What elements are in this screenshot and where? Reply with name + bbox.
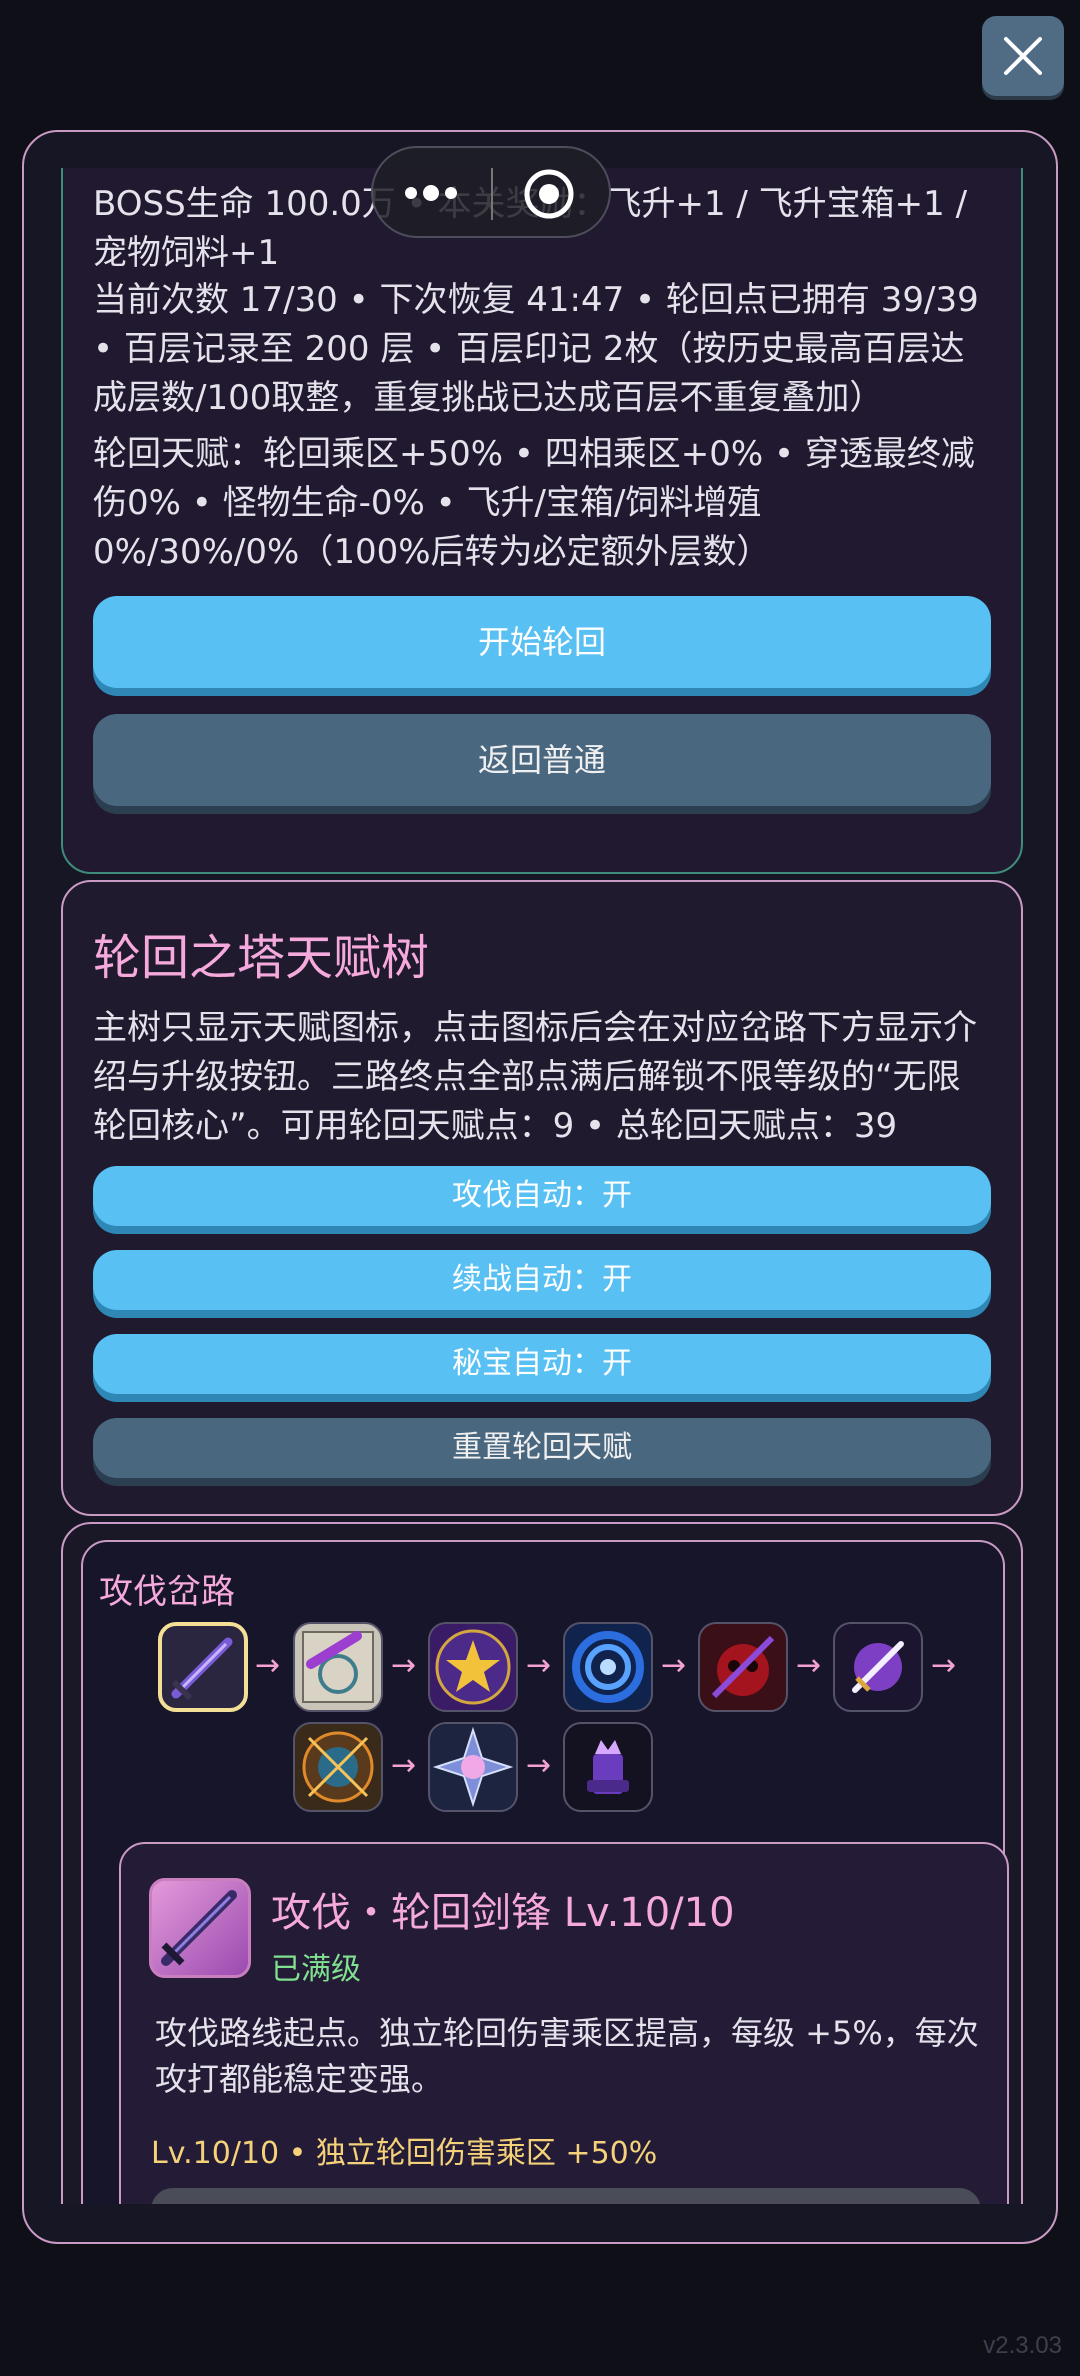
talent-node-4[interactable]: [563, 1622, 653, 1712]
talent-node-2[interactable]: [293, 1622, 383, 1712]
purple-sword-icon: [161, 1890, 237, 1966]
node-arrow: →: [255, 1648, 281, 1683]
rune-scroll-icon: [302, 1631, 374, 1703]
node-arrow: →: [526, 1748, 552, 1783]
version-label: v2.3.03: [983, 2332, 1062, 2359]
upgrade-button-maxed[interactable]: 已满级: [151, 2188, 981, 2204]
talent-node-1[interactable]: [158, 1622, 248, 1712]
glowing-dagger-icon: [852, 1641, 904, 1693]
talent-status: 已满级: [271, 1952, 361, 1987]
more-dots-icon[interactable]: [401, 178, 471, 208]
start-cycle-button[interactable]: 开始轮回: [93, 596, 991, 688]
magic-circle-icon: [302, 1731, 374, 1803]
talent-detail-card: 攻伐・轮回剑锋 Lv.10/10 已满级 攻伐路线起点。独立轮回伤害乘区提高，每…: [119, 1842, 1009, 2204]
talent-node-7[interactable]: [293, 1722, 383, 1812]
talent-level-effect: Lv.10/10 • 独立轮回伤害乘区 +50%: [151, 2136, 658, 2171]
tower-info-panel: BOSS生命 100.0万 • 本关奖励：飞升+1 / 飞升宝箱+1 / 宠物饲…: [61, 168, 1023, 874]
node-arrow: →: [931, 1648, 957, 1683]
talent-tree-title: 轮回之塔天赋树: [93, 930, 430, 986]
purple-throne-icon: [587, 1740, 629, 1794]
node-arrow: →: [661, 1648, 687, 1683]
talent-node-6[interactable]: [833, 1622, 923, 1712]
node-arrow: →: [391, 1648, 417, 1683]
node-arrow: →: [796, 1648, 822, 1683]
modal-scroll-area[interactable]: BOSS生命 100.0万 • 本关奖励：飞升+1 / 飞升宝箱+1 / 宠物饲…: [24, 168, 1056, 2204]
capsule-divider: [491, 168, 493, 220]
branch-panel: 攻伐岔路 → → → → → → → → 攻伐・轮回剑锋 Lv.10/10 已满…: [61, 1522, 1023, 2204]
capsule-menu: [371, 146, 611, 238]
talent-node-9[interactable]: [563, 1722, 653, 1812]
return-normal-button[interactable]: 返回普通: [93, 714, 991, 806]
close-icon: [1004, 37, 1042, 75]
branch-title: 攻伐岔路: [99, 1572, 235, 1612]
talent-description: 攻伐路线起点。独立轮回伤害乘区提高，每级 +5%，每次攻打都能稳定变强。: [155, 2014, 979, 2098]
talent-node-8[interactable]: [428, 1722, 518, 1812]
talent-tree-description: 主树只显示天赋图标，点击图标后会在对应岔路下方显示介绍与升级按钮。三路终点全部点…: [93, 1008, 977, 1146]
node-arrow: →: [391, 1748, 417, 1783]
secret-auto-toggle[interactable]: 秘宝自动：开: [93, 1334, 991, 1394]
golden-star-emblem-icon: [435, 1629, 511, 1705]
red-skull-blade-icon: [711, 1635, 775, 1699]
talent-tree-panel: 轮回之塔天赋树 主树只显示天赋图标，点击图标后会在对应岔路下方显示介绍与升级按钮…: [61, 880, 1023, 1516]
purple-sword-icon: [171, 1637, 233, 1701]
tower-modal: BOSS生命 100.0万 • 本关奖励：飞升+1 / 飞升宝箱+1 / 宠物饲…: [22, 130, 1058, 2244]
star-crystal-icon: [432, 1726, 514, 1808]
target-circle-icon[interactable]: [523, 168, 575, 220]
reset-talent-button[interactable]: 重置轮回天赋: [93, 1418, 991, 1478]
node-arrow: →: [526, 1648, 552, 1683]
attack-branch: 攻伐岔路 → → → → → → → → 攻伐・轮回剑锋 Lv.10/10 已满…: [81, 1540, 1009, 2204]
close-button[interactable]: [982, 16, 1064, 96]
continue-auto-toggle[interactable]: 续战自动：开: [93, 1250, 991, 1310]
attack-auto-toggle[interactable]: 攻伐自动：开: [93, 1166, 991, 1226]
talent-node-5[interactable]: [698, 1622, 788, 1712]
tower-counts-text: 当前次数 17/30 • 下次恢复 41:47 • 轮回点已拥有 39/39 •…: [93, 280, 979, 418]
talent-node-3[interactable]: [428, 1622, 518, 1712]
blue-vortex-icon: [572, 1631, 644, 1703]
talent-summary-text: 轮回天赋：轮回乘区+50% • 四相乘区+0% • 穿透最终减伤0% • 怪物生…: [93, 434, 975, 572]
talent-name: 攻伐・轮回剑锋 Lv.10/10: [271, 1890, 735, 1936]
detail-icon: [149, 1878, 251, 1978]
